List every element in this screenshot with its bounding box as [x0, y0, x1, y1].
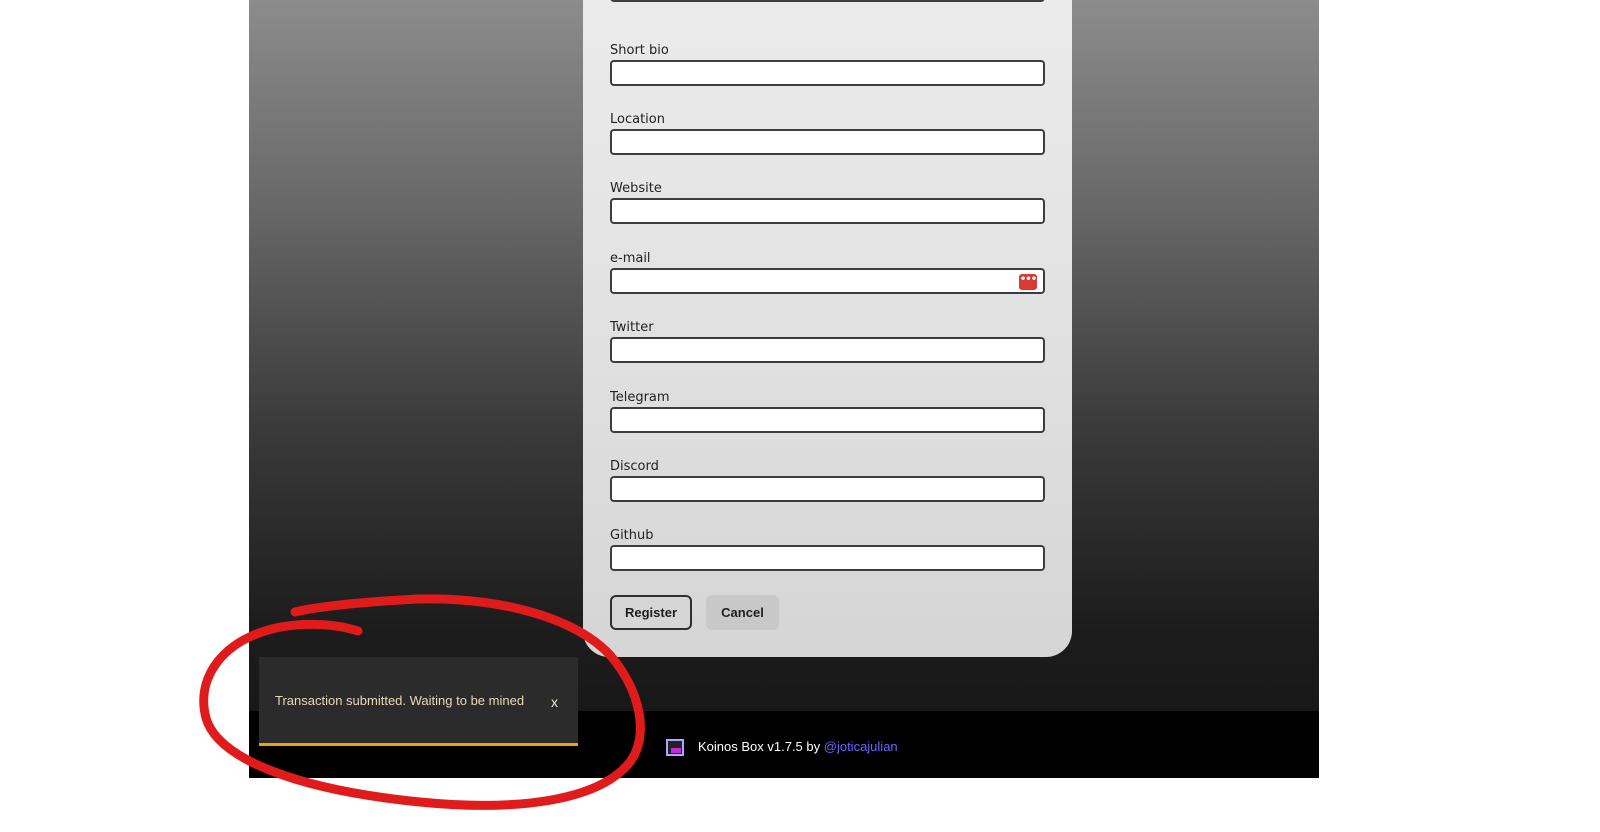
website-input[interactable]: [610, 198, 1045, 224]
cancel-button[interactable]: Cancel: [706, 595, 779, 630]
discord-input[interactable]: [610, 476, 1045, 502]
github-label: Github: [610, 528, 654, 543]
email-field[interactable]: •••: [610, 268, 1045, 294]
website-label: Website: [610, 181, 662, 196]
twitter-label: Twitter: [610, 320, 654, 335]
footer-app-text: Koinos Box v1.7.5 by: [698, 739, 824, 754]
profile-form-card: Short bio Location Website e-mail ••• Tw…: [583, 0, 1072, 657]
discord-label: Discord: [610, 459, 659, 474]
location-input[interactable]: [610, 129, 1045, 155]
password-manager-icon[interactable]: •••: [1019, 274, 1037, 290]
twitter-input[interactable]: [610, 337, 1045, 363]
telegram-input[interactable]: [610, 407, 1045, 433]
author-link[interactable]: @joticajulian: [824, 739, 898, 754]
register-button[interactable]: Register: [610, 595, 692, 630]
toast-close-button[interactable]: x: [551, 694, 558, 710]
transaction-toast: Transaction submitted. Waiting to be min…: [259, 657, 578, 746]
short-bio-label: Short bio: [610, 43, 669, 58]
github-input[interactable]: [610, 545, 1045, 571]
location-label: Location: [610, 112, 665, 127]
short-bio-input[interactable]: [610, 60, 1045, 86]
email-label: e-mail: [610, 251, 651, 266]
previous-field-input[interactable]: [610, 0, 1045, 2]
toast-message: Transaction submitted. Waiting to be min…: [275, 693, 525, 708]
koinos-box-logo-icon: [666, 739, 684, 756]
telegram-label: Telegram: [610, 390, 670, 405]
footer-text: Koinos Box v1.7.5 by @joticajulian: [698, 739, 898, 754]
